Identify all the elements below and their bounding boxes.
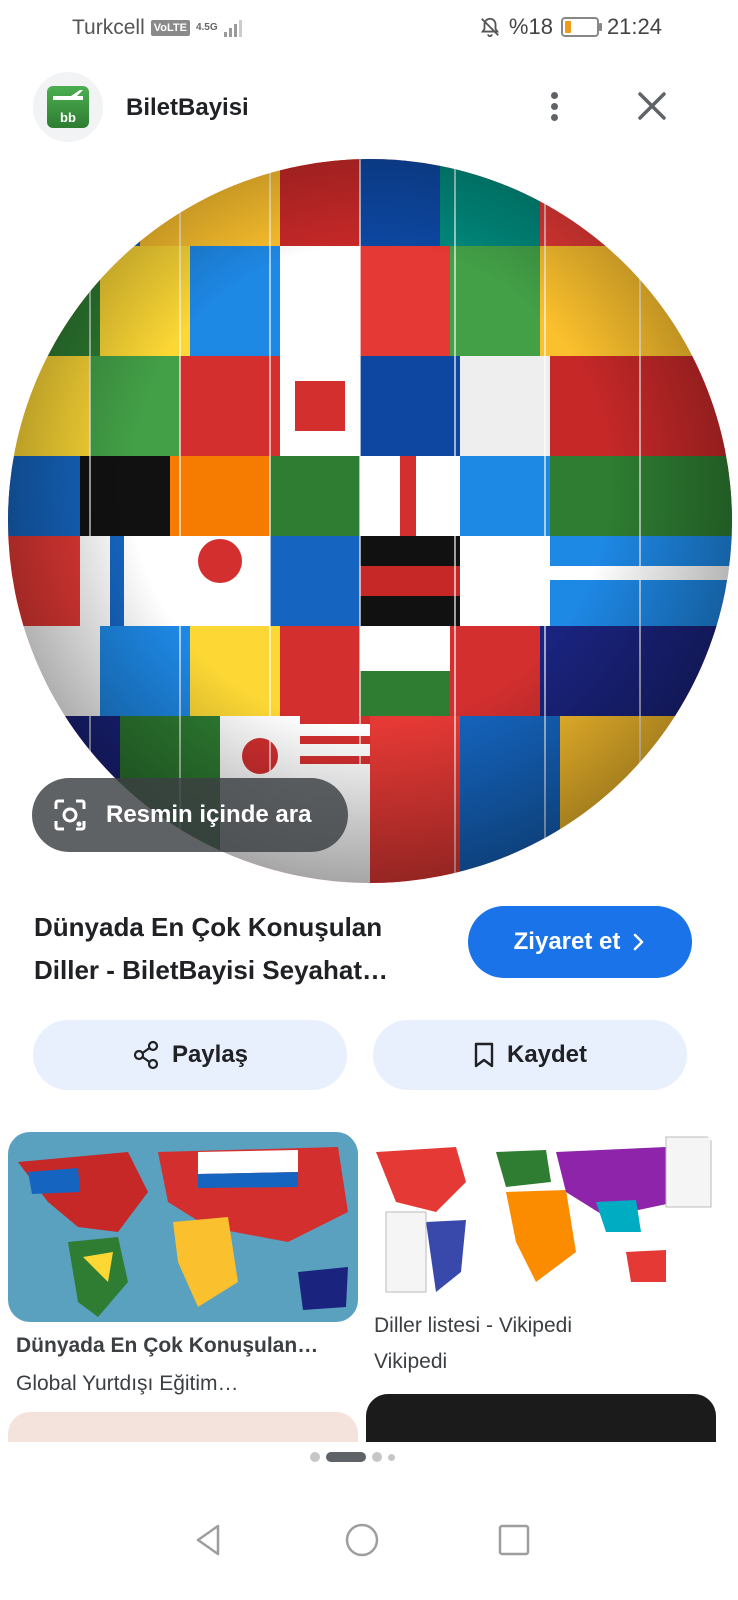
network-type: 4.5G	[195, 22, 218, 33]
related-image-1[interactable]	[8, 1132, 358, 1322]
recents-icon[interactable]	[492, 1518, 536, 1562]
result-title-line2: Diller - BiletBayisi Seyahat…	[34, 955, 389, 985]
home-icon[interactable]	[340, 1518, 384, 1562]
related-source-2: Vikipedi	[374, 1350, 448, 1373]
system-nav-bar	[0, 1490, 738, 1600]
volte-badge: VoLTE	[150, 20, 190, 36]
bookmark-icon	[474, 1042, 494, 1068]
related-image-3[interactable]	[8, 1412, 358, 1442]
lens-icon	[54, 799, 86, 831]
related-title-2[interactable]: Diller listesi - Vikipedi	[374, 1314, 714, 1338]
visit-label: Ziyaret et	[513, 928, 621, 955]
languages-map-image	[366, 1132, 716, 1302]
page-dot	[372, 1452, 382, 1462]
battery-percent: %18	[508, 14, 553, 39]
plane-logo-icon: bb	[47, 86, 89, 128]
result-title-line1: Dünyada En Çok Konuşulan	[34, 912, 383, 942]
related-source-1: Global Yurtdışı Eğitim…	[16, 1372, 239, 1395]
search-in-image-chip[interactable]: Resmin içinde ara	[32, 778, 348, 852]
related-title-1[interactable]: Dünyada En Çok Konuşulan…	[16, 1334, 356, 1358]
source-header: bb BiletBayisi	[0, 70, 738, 146]
chevron-right-icon	[634, 933, 644, 951]
visit-button[interactable]: Ziyaret et	[468, 906, 692, 978]
site-name[interactable]: BiletBayisi	[126, 94, 249, 122]
back-icon[interactable]	[186, 1518, 230, 1562]
page-dot	[388, 1453, 395, 1461]
page-dot	[310, 1452, 320, 1462]
related-image-4[interactable]	[366, 1394, 716, 1442]
clock: 21:24	[606, 14, 662, 39]
save-button[interactable]: Kaydet	[373, 1020, 687, 1090]
close-icon[interactable]	[634, 88, 670, 124]
status-bar: Turkcell VoLTE 4.5G %18 21:24	[0, 0, 738, 56]
status-right: %18 21:24	[479, 14, 662, 40]
more-options-icon[interactable]	[542, 88, 566, 128]
world-flags-map-image	[8, 1132, 358, 1322]
share-label: Paylaş	[171, 1041, 249, 1068]
result-title[interactable]: Dünyada En Çok Konuşulan Diller - BiletB…	[34, 906, 454, 992]
share-button[interactable]: Paylaş	[33, 1020, 347, 1090]
site-logo[interactable]: bb	[33, 72, 103, 142]
signal-icon	[223, 19, 242, 37]
page-indicator	[310, 1452, 395, 1462]
flag-globe-image	[8, 159, 732, 883]
related-image-2[interactable]	[366, 1132, 716, 1302]
page-dot-active	[326, 1452, 366, 1462]
mute-bell-icon	[480, 17, 499, 38]
main-image[interactable]: Resmin içinde ara	[0, 156, 738, 886]
share-icon	[133, 1040, 159, 1070]
carrier-name: Turkcell	[72, 16, 145, 39]
save-label: Kaydet	[506, 1041, 588, 1068]
battery-icon	[560, 17, 602, 37]
status-left: Turkcell VoLTE 4.5G	[72, 16, 242, 40]
logo-text: bb	[60, 110, 76, 125]
lens-chip-label: Resmin içinde ara	[106, 801, 312, 828]
